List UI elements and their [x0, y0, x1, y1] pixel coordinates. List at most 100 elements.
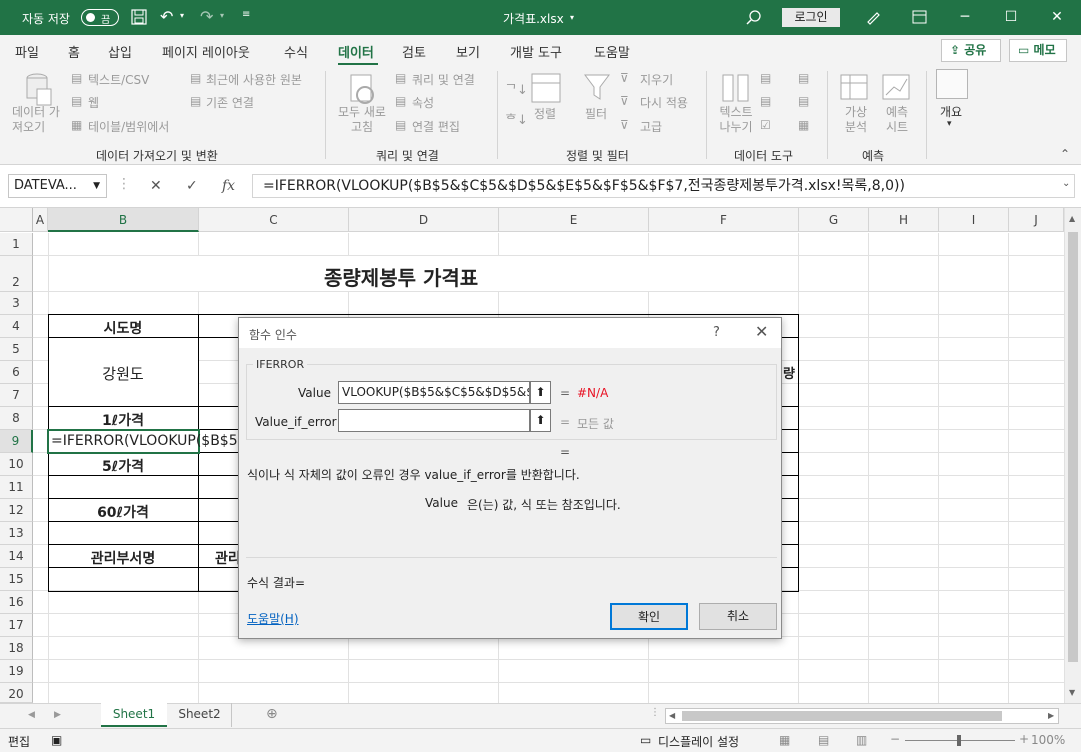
column-header-j[interactable]: J: [1009, 208, 1064, 232]
column-header-f[interactable]: F: [649, 208, 799, 232]
arg-value-input[interactable]: VLOOKUP($B$5&$C$5&$D$5&$E$5&: [338, 381, 530, 404]
row-header-6[interactable]: 6: [0, 361, 33, 384]
collapse-ribbon-icon[interactable]: ⌃: [1060, 147, 1070, 161]
row-header-11[interactable]: 11: [0, 476, 33, 499]
help-link[interactable]: 도움말(H): [247, 610, 299, 627]
row-header-16[interactable]: 16: [0, 591, 33, 614]
row-header-9[interactable]: 9: [0, 430, 33, 453]
advanced-button[interactable]: 고급: [640, 118, 662, 135]
scroll-down-icon[interactable]: ▼: [1069, 688, 1075, 697]
clear-button[interactable]: 지우기: [640, 71, 673, 88]
redo-dropdown-icon[interactable]: ▾: [220, 11, 224, 20]
ribbon-display-icon[interactable]: [912, 10, 927, 24]
cancel-icon[interactable]: ✕: [150, 178, 162, 194]
redo-icon[interactable]: ↷: [200, 7, 213, 26]
data-model-icon[interactable]: ▦: [798, 118, 809, 132]
tab-developer[interactable]: 개발 도구: [510, 42, 562, 61]
page-break-view-icon[interactable]: ▥: [856, 733, 867, 747]
remove-duplicates-icon[interactable]: ▤: [760, 94, 771, 108]
search-icon[interactable]: [746, 10, 761, 25]
zoom-in-icon[interactable]: +: [1019, 732, 1029, 746]
normal-view-icon[interactable]: ▦: [779, 733, 790, 747]
outline-button[interactable]: 개요: [940, 103, 962, 120]
next-sheet-icon[interactable]: ▶: [54, 710, 61, 720]
cell-b8[interactable]: 1ℓ가격: [48, 410, 198, 430]
sheet-tab-sheet2[interactable]: Sheet2: [168, 703, 232, 727]
horizontal-scrollbar[interactable]: ◀ ▶: [665, 708, 1059, 724]
forecast-sheet-button[interactable]: 예측 시트: [882, 105, 912, 135]
scroll-right-icon[interactable]: ▶: [1048, 711, 1054, 720]
page-layout-view-icon[interactable]: ▤: [818, 733, 829, 747]
column-header-e[interactable]: E: [499, 208, 649, 232]
row-header-19[interactable]: 19: [0, 660, 33, 683]
row-header-8[interactable]: 8: [0, 407, 33, 430]
dialog-title-bar[interactable]: [239, 318, 781, 348]
autosave-toggle[interactable]: 끔: [81, 9, 119, 26]
cell-b4[interactable]: 시도명: [48, 318, 198, 338]
row-header-17[interactable]: 17: [0, 614, 33, 637]
dialog-help-icon[interactable]: ?: [713, 325, 720, 340]
flash-fill-icon[interactable]: ▤: [760, 71, 771, 85]
prev-sheet-icon[interactable]: ◀: [28, 710, 35, 720]
add-sheet-icon[interactable]: ⊕: [266, 706, 278, 722]
tab-split-icon[interactable]: ⋮: [650, 707, 660, 718]
row-header-13[interactable]: 13: [0, 522, 33, 545]
display-settings-icon[interactable]: ▭: [640, 733, 651, 747]
function-arguments-dialog[interactable]: 함수 인수 ? ✕ IFERROR Value VLOOKUP($B$5&$C$…: [238, 317, 782, 639]
filter-button[interactable]: 필터: [585, 105, 607, 122]
select-all-corner[interactable]: [0, 208, 33, 232]
column-header-d[interactable]: D: [349, 208, 499, 232]
row-header-15[interactable]: 15: [0, 568, 33, 591]
existing-connections-button[interactable]: 기존 연결: [206, 94, 254, 111]
login-button[interactable]: 로그인: [782, 8, 840, 27]
tab-review[interactable]: 검토: [402, 42, 426, 61]
tab-file[interactable]: 파일: [15, 42, 39, 61]
cell-b14[interactable]: 관리부서명: [48, 548, 198, 568]
macro-record-icon[interactable]: ▣: [51, 733, 62, 747]
scroll-left-icon[interactable]: ◀: [669, 711, 675, 720]
column-header-c[interactable]: C: [199, 208, 349, 232]
relationships-icon[interactable]: ▤: [798, 94, 809, 108]
vertical-scrollbar[interactable]: ▲ ▼: [1064, 208, 1081, 703]
cancel-button[interactable]: 취소: [699, 603, 777, 630]
name-box-dropdown-icon[interactable]: ▼: [93, 175, 100, 197]
row-header-3[interactable]: 3: [0, 292, 33, 315]
comment-button[interactable]: ▭ 메모: [1009, 39, 1067, 62]
row-header-14[interactable]: 14: [0, 545, 33, 568]
column-header-i[interactable]: I: [939, 208, 1009, 232]
from-table-button[interactable]: 테이블/범위에서: [88, 118, 169, 135]
consolidate-icon[interactable]: ▤: [798, 71, 809, 85]
row-header-10[interactable]: 10: [0, 453, 33, 476]
tab-home[interactable]: 홈: [68, 42, 80, 61]
undo-dropdown-icon[interactable]: ▾: [180, 11, 184, 20]
column-header-a[interactable]: A: [33, 208, 48, 232]
from-web-button[interactable]: 웹: [88, 94, 99, 111]
row-header-2[interactable]: 2: [0, 256, 33, 292]
arg-value-collapse-icon[interactable]: ⬆: [530, 381, 551, 404]
row-header-7[interactable]: 7: [0, 384, 33, 407]
recent-sources-button[interactable]: 최근에 사용한 원본: [206, 71, 302, 88]
formula-input[interactable]: =IFERROR(VLOOKUP($B$5&$C$5&$D$5&$E$5&$F$…: [252, 174, 1075, 198]
outline-dropdown-icon[interactable]: ▾: [947, 119, 952, 129]
sort-button[interactable]: 정렬: [534, 105, 556, 122]
minimize-icon[interactable]: ─: [942, 0, 988, 35]
get-data-button[interactable]: 데이터 가져오기: [12, 105, 64, 135]
column-header-g[interactable]: G: [799, 208, 869, 232]
display-settings[interactable]: 디스플레이 설정: [658, 733, 739, 750]
row-header-12[interactable]: 12: [0, 499, 33, 522]
title-dropdown-icon[interactable]: ▾: [570, 13, 574, 22]
sort-za-icon[interactable]: ᄒ↓: [505, 109, 528, 128]
cell-b9[interactable]: =IFERROR(VLOOKUP($B$5&: [51, 433, 239, 449]
properties-button[interactable]: 속성: [412, 94, 434, 111]
text-to-columns-button[interactable]: 텍스트 나누기: [716, 105, 756, 135]
horizontal-scroll-thumb[interactable]: [682, 711, 1002, 721]
sheet-title[interactable]: 종량제봉투 가격표: [324, 262, 478, 291]
zoom-out-icon[interactable]: −: [890, 732, 900, 746]
row-header-5[interactable]: 5: [0, 338, 33, 361]
expand-formula-bar-icon[interactable]: ⌄: [1062, 178, 1070, 189]
share-button[interactable]: ⇪ 공유: [941, 39, 1001, 62]
insert-function-icon[interactable]: fx: [222, 178, 235, 194]
cell-b10[interactable]: 5ℓ가격: [48, 456, 198, 476]
row-header-20[interactable]: 20: [0, 683, 33, 703]
cell-b12[interactable]: 60ℓ가격: [48, 502, 198, 522]
